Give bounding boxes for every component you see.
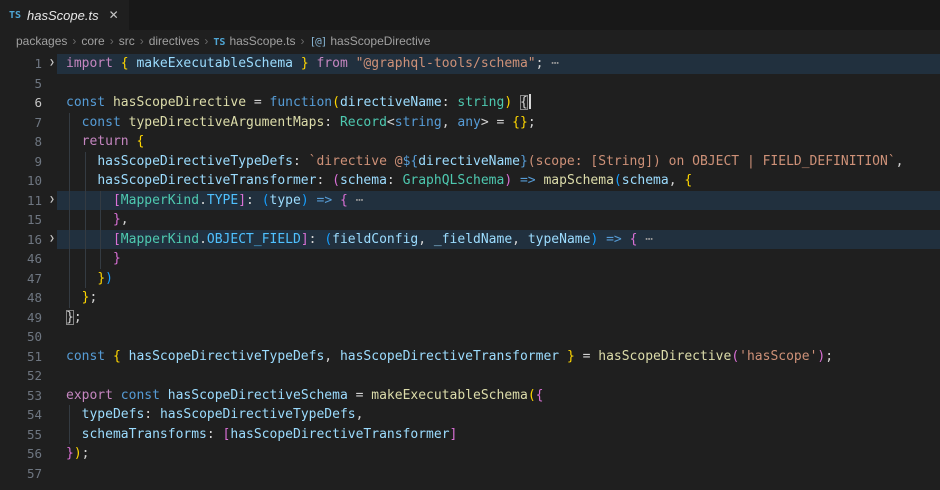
code-text: [MapperKind.TYPE]: (type) => { ⋯ xyxy=(66,191,363,211)
code-line-49[interactable]: 49}; xyxy=(0,308,940,328)
code-line-11[interactable]: 11❯ [MapperKind.TYPE]: (type) => { ⋯ xyxy=(0,191,940,211)
code-line-6[interactable]: 6 const hasScopeDirective = function(dire… xyxy=(0,93,940,113)
code-text: import { makeExecutableSchema } from "@g… xyxy=(66,54,559,74)
breadcrumb-item-packages[interactable]: packages xyxy=(16,34,67,48)
code-text: } xyxy=(66,249,121,269)
line-number: 46 xyxy=(0,249,42,269)
code-line-46[interactable]: 46 } xyxy=(0,249,940,269)
code-text: return { xyxy=(66,132,144,152)
fold-chevron-icon[interactable]: ❯ xyxy=(46,230,58,250)
breadcrumb-label: hasScopeDirective xyxy=(330,34,430,48)
code-text: hasScopeDirectiveTransformer: (schema: G… xyxy=(66,171,692,191)
breadcrumb-separator-icon: › xyxy=(67,34,81,48)
line-number: 8 xyxy=(0,132,42,152)
tab-label: hasScope.ts xyxy=(27,8,99,23)
line-number: 54 xyxy=(0,405,42,425)
typescript-file-icon: TS xyxy=(213,37,225,48)
code-text: }; xyxy=(66,308,82,328)
code-text: }) xyxy=(66,269,113,289)
breadcrumb-item-directives[interactable]: directives xyxy=(149,34,200,48)
code-text: }, xyxy=(66,210,129,230)
breadcrumb-label: packages xyxy=(16,34,67,48)
code-text: const { hasScopeDirectiveTypeDefs, hasSc… xyxy=(66,347,833,367)
fold-chevron-icon[interactable]: ❯ xyxy=(46,191,58,211)
line-number: 6 xyxy=(0,93,42,113)
tab-bar: TS hasScope.ts ✕ xyxy=(0,0,940,30)
line-number: 11 xyxy=(0,191,42,211)
code-text: }; xyxy=(66,288,97,308)
code-line-47[interactable]: 47 }) xyxy=(0,269,940,289)
code-text: typeDefs: hasScopeDirectiveTypeDefs, xyxy=(66,405,363,425)
breadcrumb-label: src xyxy=(119,34,135,48)
breadcrumb-item-src[interactable]: src xyxy=(119,34,135,48)
code-text: hasScopeDirectiveTypeDefs: `directive @$… xyxy=(66,152,903,172)
code-line-55[interactable]: 55 schemaTransforms: [hasScopeDirectiveT… xyxy=(0,425,940,445)
breadcrumb-label: core xyxy=(81,34,104,48)
fold-chevron-icon[interactable]: ❯ xyxy=(46,54,58,74)
breadcrumb-separator-icon: › xyxy=(199,34,213,48)
line-number: 52 xyxy=(0,366,42,386)
line-number: 53 xyxy=(0,386,42,406)
line-number: 15 xyxy=(0,210,42,230)
breadcrumb-separator-icon: › xyxy=(296,34,310,48)
code-line-7[interactable]: 7 const typeDirectiveArgumentMaps: Recor… xyxy=(0,113,940,133)
breadcrumb-separator-icon: › xyxy=(135,34,149,48)
vscode-window: TS hasScope.ts ✕ packages›core›src›direc… xyxy=(0,0,940,490)
code-line-53[interactable]: 53 export const hasScopeDirectiveSchema =… xyxy=(0,386,940,406)
code-line-9[interactable]: 9 hasScopeDirectiveTypeDefs: `directive … xyxy=(0,152,940,172)
code-line-16[interactable]: 16❯ [MapperKind.OBJECT_FIELD]: (fieldCon… xyxy=(0,230,940,250)
line-number: 5 xyxy=(0,74,42,94)
line-number: 16 xyxy=(0,230,42,250)
code-text: [MapperKind.OBJECT_FIELD]: (fieldConfig,… xyxy=(66,230,653,250)
code-line-8[interactable]: 8 return { xyxy=(0,132,940,152)
code-text: const hasScopeDirective = function(direc… xyxy=(66,93,531,113)
line-number: 7 xyxy=(0,113,42,133)
close-icon[interactable]: ✕ xyxy=(109,8,119,22)
line-number: 9 xyxy=(0,152,42,172)
code-line-54[interactable]: 54 typeDefs: hasScopeDirectiveTypeDefs, xyxy=(0,405,940,425)
breadcrumb: packages›core›src›directives›TShasScope.… xyxy=(0,30,940,52)
line-number: 10 xyxy=(0,171,42,191)
breadcrumb-item-hasscopedirective[interactable]: [@]hasScopeDirective xyxy=(310,34,431,48)
line-number: 47 xyxy=(0,269,42,289)
code-text: }); xyxy=(66,444,89,464)
code-line-48[interactable]: 48 }; xyxy=(0,288,940,308)
code-text: schemaTransforms: [hasScopeDirectiveTran… xyxy=(66,425,457,445)
breadcrumb-label: hasScope.ts xyxy=(229,34,295,48)
code-line-52[interactable]: 52 xyxy=(0,366,940,386)
code-line-1[interactable]: 1❯ import { makeExecutableSchema } from "… xyxy=(0,54,940,74)
code-line-10[interactable]: 10 hasScopeDirectiveTransformer: (schema… xyxy=(0,171,940,191)
typescript-file-icon: TS xyxy=(9,10,21,21)
line-number: 1 xyxy=(0,54,42,74)
code-text: const typeDirectiveArgumentMaps: Record<… xyxy=(66,113,536,133)
code-line-57[interactable]: 57 xyxy=(0,464,940,484)
code-line-56[interactable]: 56}); xyxy=(0,444,940,464)
code-line-5[interactable]: 5 xyxy=(0,74,940,94)
line-number: 56 xyxy=(0,444,42,464)
text-cursor xyxy=(529,94,531,109)
code-line-50[interactable]: 50 xyxy=(0,327,940,347)
code-editor[interactable]: 1❯import { makeExecutableSchema } from "… xyxy=(0,52,940,490)
breadcrumb-label: directives xyxy=(149,34,200,48)
breadcrumb-separator-icon: › xyxy=(105,34,119,48)
line-number: 57 xyxy=(0,464,42,484)
tab-hasscope[interactable]: TS hasScope.ts ✕ xyxy=(0,0,129,30)
breadcrumb-item-hasscope-ts[interactable]: TS hasScope.ts xyxy=(213,34,295,48)
symbol-variable-icon: [@] xyxy=(310,35,327,48)
line-number: 49 xyxy=(0,308,42,328)
code-text: export const hasScopeDirectiveSchema = m… xyxy=(66,386,543,406)
code-line-51[interactable]: 51 const { hasScopeDirectiveTypeDefs, has… xyxy=(0,347,940,367)
line-number: 48 xyxy=(0,288,42,308)
line-number: 50 xyxy=(0,327,42,347)
line-number: 51 xyxy=(0,347,42,367)
code-line-15[interactable]: 15 }, xyxy=(0,210,940,230)
breadcrumb-item-core[interactable]: core xyxy=(81,34,104,48)
line-number: 55 xyxy=(0,425,42,445)
